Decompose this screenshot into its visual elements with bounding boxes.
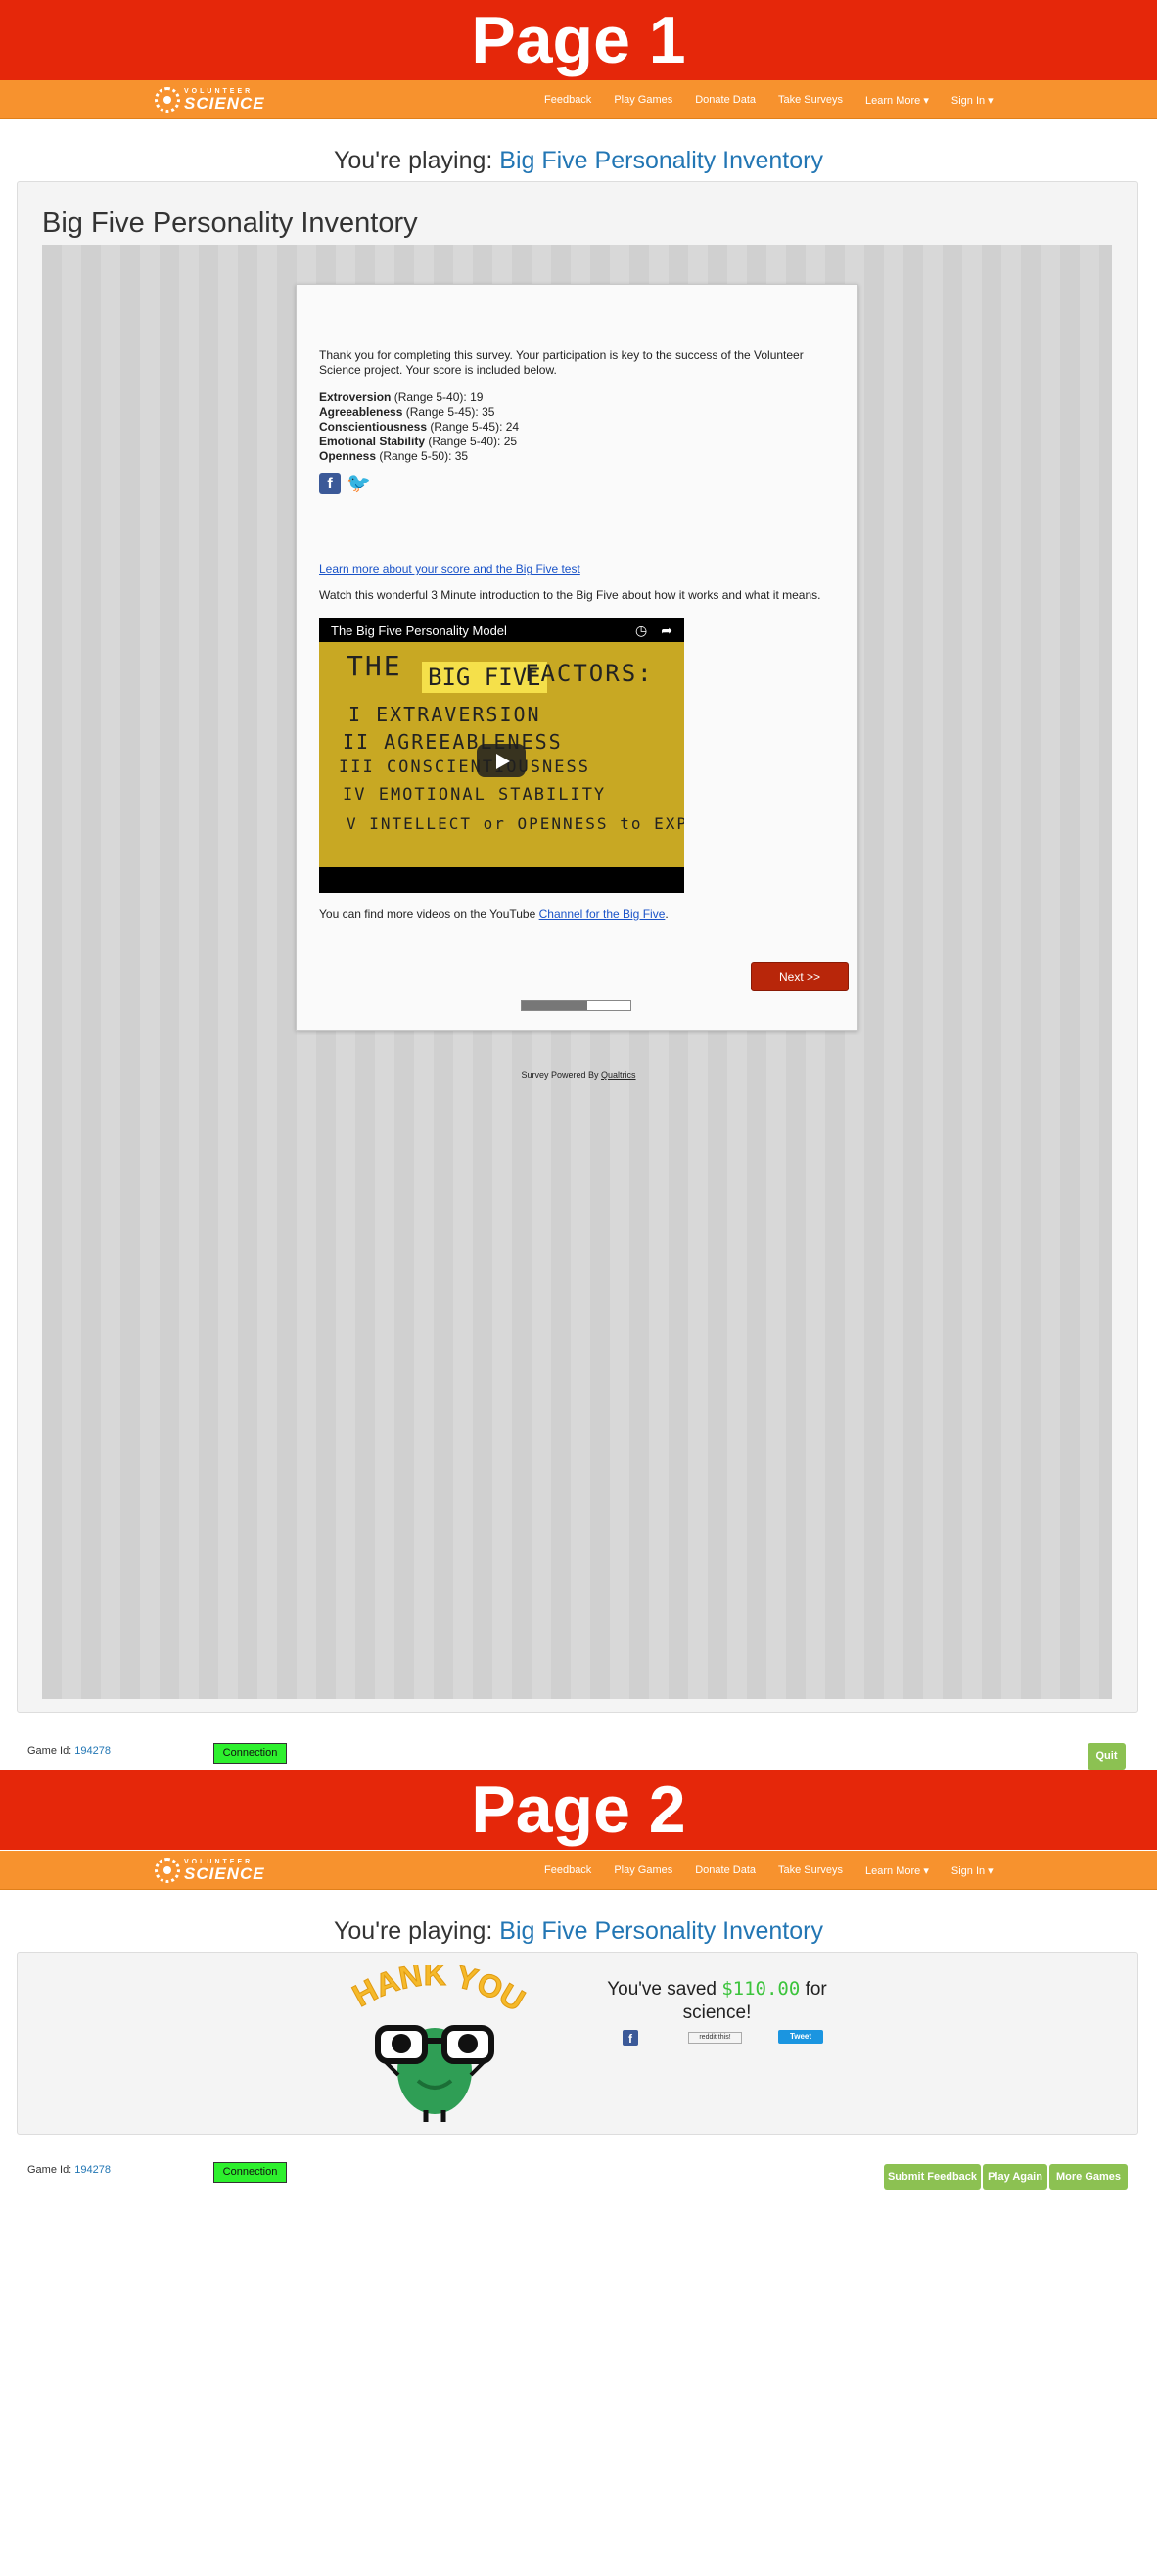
- survey-progress-fill: [522, 1001, 587, 1010]
- next-button[interactable]: Next >>: [751, 962, 849, 991]
- learn-more-link[interactable]: Learn more about your score and the Big …: [319, 562, 580, 576]
- connection-status-2: Connection: [213, 2162, 287, 2183]
- score-conscientiousness: Conscientiousness (Range 5-45): 24: [319, 420, 520, 434]
- powered-by: Survey Powered By Qualtrics: [521, 1070, 636, 1080]
- connection-status-1: Connection: [213, 1743, 287, 1764]
- thank-you-text: THANK YOU!: [332, 1937, 532, 2019]
- reddit-button[interactable]: reddit this!: [688, 2032, 742, 2044]
- nav-sign-in[interactable]: Sign In ▾: [951, 94, 994, 107]
- nav-play-games[interactable]: Play Games: [614, 94, 672, 106]
- score-agreeableness: Agreeableness (Range 5-45): 35: [319, 405, 495, 419]
- video-factor-2: II AGREEABLENESS: [343, 730, 563, 754]
- playing-heading: You're playing: Big Five Personality Inv…: [0, 147, 1157, 175]
- clock-icon[interactable]: ◷: [635, 622, 647, 639]
- nav-sign-in[interactable]: Sign In ▾: [951, 1864, 994, 1877]
- score-emotional-stability: Emotional Stability (Range 5-40): 25: [319, 435, 518, 448]
- youtube-video-player[interactable]: The Big Five Personality Model ◷ ➦ THE B…: [319, 618, 684, 893]
- playing-game-name-2[interactable]: Big Five Personality Inventory: [499, 1917, 823, 1945]
- submit-feedback-button[interactable]: Submit Feedback: [884, 2164, 981, 2190]
- share-icon[interactable]: ➦: [661, 622, 672, 639]
- nav-menu: Feedback Play Games Donate Data Take Sur…: [544, 80, 1016, 119]
- facebook-icon[interactable]: f: [319, 473, 341, 494]
- survey-card: Thank you for completing this survey. Yo…: [296, 284, 858, 1031]
- game-id-value-2[interactable]: 194278: [74, 2164, 111, 2176]
- nav-feedback[interactable]: Feedback: [544, 1864, 591, 1876]
- nav-take-surveys[interactable]: Take Surveys: [778, 94, 843, 106]
- watch-text: Watch this wonderful 3 Minute introducti…: [319, 588, 821, 602]
- video-factor-5: V INTELLECT or OPENNESS to EXP: [347, 814, 684, 833]
- score-openness: Openness (Range 5-50): 35: [319, 449, 469, 463]
- qualtrics-link[interactable]: Qualtrics: [601, 1070, 636, 1080]
- svg-text:THANK YOU!: THANK YOU!: [342, 1965, 528, 2018]
- nav-donate-data[interactable]: Donate Data: [695, 94, 756, 106]
- site-logo-2[interactable]: VOLUNTEER SCIENCE: [155, 1858, 265, 1883]
- site-logo[interactable]: VOLUNTEER SCIENCE: [155, 87, 265, 113]
- nav-play-games[interactable]: Play Games: [614, 1864, 672, 1876]
- play-again-button[interactable]: Play Again: [983, 2164, 1047, 2190]
- navbar: VOLUNTEER SCIENCE Feedback Play Games Do…: [0, 80, 1157, 119]
- video-factors-word: FACTORS:: [525, 660, 654, 687]
- video-thumbnail: THE BIG FIVE FACTORS: I EXTRAVERSION II …: [319, 642, 684, 867]
- nav-feedback[interactable]: Feedback: [544, 94, 591, 106]
- nav-donate-data[interactable]: Donate Data: [695, 1864, 756, 1876]
- youtube-channel-link[interactable]: Channel for the Big Five: [539, 907, 666, 921]
- page-1-banner: Page 1: [0, 0, 1157, 80]
- playing-prefix: You're playing:: [334, 147, 500, 174]
- gear-logo-icon: [155, 87, 180, 113]
- survey-progress-bar: [521, 1000, 631, 1011]
- gear-logo-icon: [155, 1858, 180, 1883]
- game-id-value-1[interactable]: 194278: [74, 1745, 111, 1757]
- survey-thanks-text: Thank you for completing this survey. Yo…: [319, 348, 804, 377]
- saved-amount: $110.00: [721, 1978, 801, 2000]
- panel-title: Big Five Personality Inventory: [42, 207, 418, 239]
- thank-you-mascot: THANK YOU!: [332, 1937, 532, 2122]
- video-factor-1: I EXTRAVERSION: [348, 703, 541, 726]
- tweet-button[interactable]: Tweet: [778, 2030, 823, 2044]
- play-icon[interactable]: [477, 744, 526, 777]
- nav-learn-more[interactable]: Learn More ▾: [865, 1864, 929, 1877]
- playing-heading-2: You're playing: Big Five Personality Inv…: [334, 1917, 823, 1945]
- game-id-2: Game Id: 194278: [27, 2164, 112, 2176]
- playing-game-name[interactable]: Big Five Personality Inventory: [499, 147, 823, 174]
- nav-take-surveys[interactable]: Take Surveys: [778, 1864, 843, 1876]
- score-extroversion: Extroversion (Range 5-40): 19: [319, 391, 484, 404]
- social-share: f 🐦: [319, 473, 371, 494]
- video-factor-4: IV EMOTIONAL STABILITY: [343, 785, 607, 805]
- more-videos-text: You can find more videos on the YouTube …: [319, 907, 669, 921]
- score-list: Extroversion (Range 5-40): 19 Agreeablen…: [319, 391, 519, 464]
- navbar-2: VOLUNTEER SCIENCE Feedback Play Games Do…: [0, 1851, 1157, 1890]
- more-games-button[interactable]: More Games: [1049, 2164, 1128, 2190]
- twitter-icon[interactable]: 🐦: [347, 473, 371, 494]
- quit-button[interactable]: Quit: [1088, 1743, 1126, 1770]
- saved-message: You've saved $110.00 for science!: [607, 1978, 827, 2023]
- nav-learn-more[interactable]: Learn More ▾: [865, 94, 929, 107]
- facebook-icon[interactable]: f: [623, 2030, 638, 2046]
- logo-big-text: SCIENCE: [184, 94, 265, 113]
- video-the-word: THE: [347, 650, 402, 682]
- video-title[interactable]: The Big Five Personality Model: [331, 623, 507, 638]
- share-row: f reddit this! Tweet: [623, 2030, 823, 2046]
- logo-big-text: SCIENCE: [184, 1864, 265, 1883]
- page-2-banner: Page 2: [0, 1770, 1157, 1850]
- video-factor-3: III CONSCIENTIOUSNESS: [339, 758, 590, 777]
- nav-menu-2: Feedback Play Games Donate Data Take Sur…: [544, 1851, 1016, 1890]
- game-id-1: Game Id: 194278: [27, 1745, 112, 1757]
